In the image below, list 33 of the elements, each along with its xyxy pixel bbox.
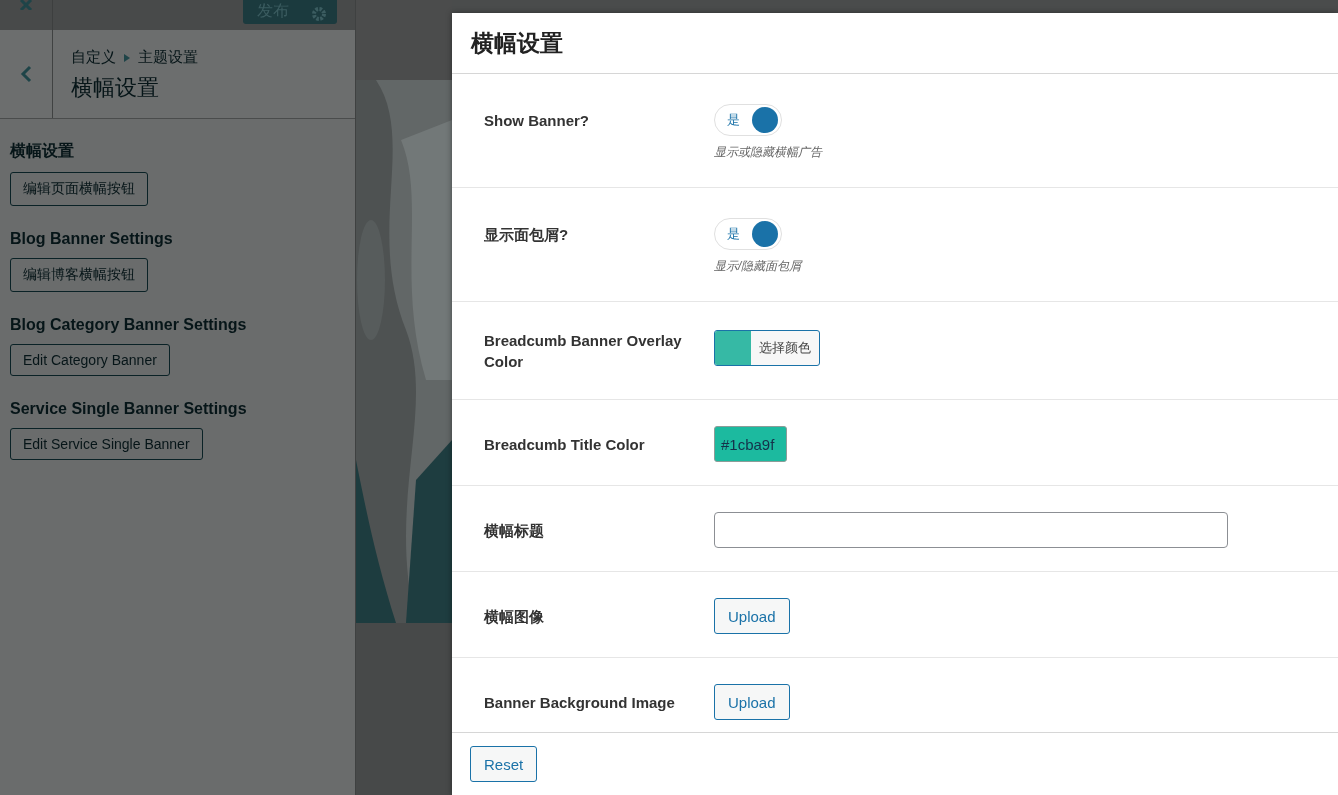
field-label: 横幅标题 [484, 521, 544, 541]
field-label: 显示面包屑? [484, 225, 569, 245]
field-description: 显示/隐藏面包屑 [714, 258, 802, 275]
toggle-switch[interactable]: 是 [714, 104, 782, 136]
field-label: Breadcumb Banner Overlay Color [484, 331, 683, 372]
triangle-icon [124, 53, 130, 62]
field-label: 横幅图像 [484, 607, 544, 627]
color-picker-button[interactable]: 选择颜色 [714, 330, 820, 366]
toggle-switch[interactable]: 是 [714, 218, 782, 250]
upload-button[interactable]: Upload [714, 598, 790, 634]
section-heading: Blog Category Banner Settings [10, 316, 247, 334]
close-icon[interactable] [19, 0, 33, 10]
chevron-left-icon [20, 65, 32, 83]
section-heading: Blog Banner Settings [10, 230, 173, 248]
section-heading: 横幅设置 [10, 141, 74, 161]
section-heading: Service Single Banner Settings [10, 400, 247, 418]
edit-button[interactable]: 编辑博客横幅按钮 [10, 258, 148, 292]
upload-button[interactable]: Upload [714, 684, 790, 720]
dialog-title: 横幅设置 [471, 28, 563, 58]
text-field[interactable] [714, 512, 1228, 548]
edit-button[interactable]: Edit Category Banner [10, 344, 170, 376]
reset-button[interactable]: Reset [470, 746, 538, 782]
color-value-field[interactable]: #1cba9f [714, 426, 788, 462]
field-label: Show Banner? [484, 111, 589, 131]
field-label: Breadcumb Title Color [484, 435, 645, 455]
settings-icon [311, 6, 327, 22]
edit-button[interactable]: 编辑页面横幅按钮 [10, 172, 148, 206]
breadcrumb-link[interactable]: 主题设置 [138, 48, 198, 67]
field-description: 显示或隐藏横幅广告 [714, 144, 822, 161]
field-label: Banner Background Image [484, 693, 675, 713]
panel-title: 横幅设置 [71, 74, 160, 102]
edit-button[interactable]: Edit Service Single Banner [10, 428, 203, 460]
breadcrumb-link[interactable]: 自定义 [71, 48, 116, 67]
